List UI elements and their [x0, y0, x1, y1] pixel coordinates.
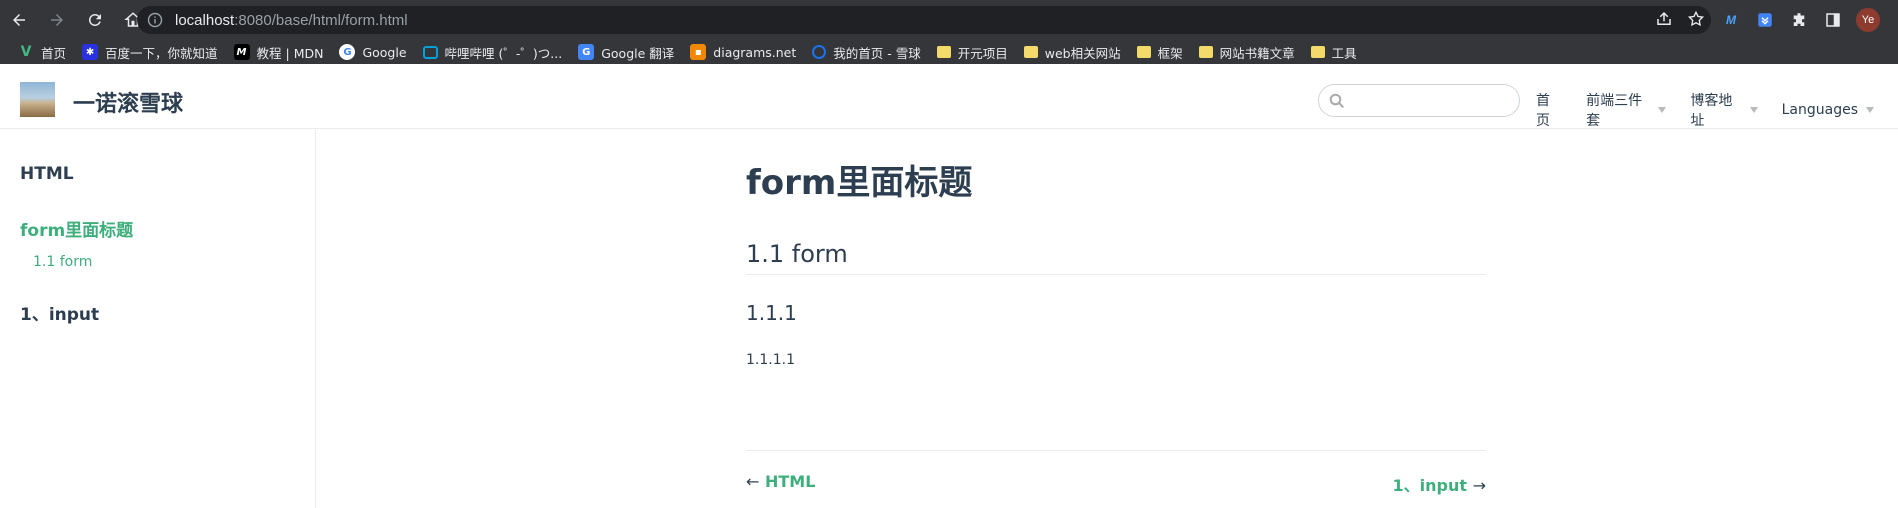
- bookmark-item[interactable]: ✱ 百度一下，你就知道: [74, 40, 226, 64]
- folder-icon: [1198, 46, 1213, 58]
- bookmark-item[interactable]: 网站书籍文章: [1191, 40, 1303, 64]
- bookmark-label: Google 翻译: [601, 45, 675, 61]
- bookmark-item[interactable]: M 教程 | MDN: [226, 40, 332, 64]
- arrow-left-icon: ←: [746, 472, 760, 491]
- extensions-puzzle-icon[interactable]: [1788, 9, 1810, 31]
- site-title[interactable]: 一诺滚雪球: [73, 86, 183, 118]
- sidebar-group-input[interactable]: 1、input: [20, 300, 99, 325]
- profile-avatar[interactable]: Ye: [1856, 8, 1880, 32]
- section-heading: 1.1 form: [746, 240, 848, 268]
- page-nav-divider: [746, 450, 1486, 451]
- site-navbar: 一诺滚雪球 首页 前端三件套 博客地址 Languages: [0, 64, 1898, 129]
- bookmark-item[interactable]: V 首页: [10, 40, 74, 64]
- search-input[interactable]: [1318, 84, 1520, 117]
- browser-toolbar: localhost:8080/base/html/form.html M Ye …: [0, 0, 1898, 40]
- info-icon[interactable]: [147, 12, 163, 28]
- nav-home-label: 首页: [1536, 93, 1550, 129]
- sub-subsection-heading: 1.1.1.1: [746, 352, 795, 368]
- bookmark-star-icon[interactable]: [1687, 10, 1705, 28]
- folder-icon: [1023, 46, 1038, 58]
- sidebar-item-active[interactable]: form里面标题: [20, 216, 133, 241]
- url-path: :8080/base/html/form.html: [234, 11, 408, 29]
- bookmark-item[interactable]: 开元项目: [929, 40, 1016, 64]
- bookmark-label: Google: [362, 44, 407, 60]
- bookmark-label: diagrams.net: [713, 44, 797, 60]
- mdn-icon: M: [233, 44, 250, 60]
- bookmark-label: 首页: [41, 45, 67, 61]
- sidebar-group-html[interactable]: HTML: [20, 164, 74, 184]
- google-icon: G: [339, 44, 356, 60]
- nav-frontend[interactable]: 前端三件套: [1586, 90, 1667, 130]
- sidebar: HTML form里面标题 1.1 form 1、input: [0, 130, 316, 508]
- bookmark-label: 开元项目: [957, 45, 1008, 61]
- bookmark-item[interactable]: 哔哩哔哩 (゜-゜)つ...: [415, 40, 571, 64]
- arrow-right-icon: →: [1472, 476, 1486, 495]
- chevron-down-icon: [1866, 107, 1874, 113]
- bookmark-label: web相关网站: [1044, 45, 1121, 61]
- page-title: form里面标题: [746, 163, 973, 203]
- search-icon: [1329, 93, 1345, 109]
- sidebar-subitem[interactable]: 1.1 form: [33, 254, 92, 270]
- bookmarks-bar: V 首页 ✱ 百度一下，你就知道 M 教程 | MDN G Google 哔哩哔哩 (゜-゜)つ…: [0, 40, 1898, 64]
- side-panel-icon[interactable]: [1822, 9, 1844, 31]
- url-text: localhost:8080/base/html/form.html: [175, 12, 408, 29]
- chevron-down-icon: [1658, 107, 1667, 113]
- arrow-left-icon: [13, 14, 25, 26]
- bookmark-label: 工具: [1331, 45, 1357, 61]
- url-host: localhost: [175, 11, 235, 29]
- address-bar[interactable]: localhost:8080/base/html/form.html: [137, 6, 1711, 34]
- prev-page-link[interactable]: ← HTML: [746, 472, 815, 491]
- bookmark-label: 网站书籍文章: [1219, 45, 1295, 61]
- chevron-down-icon: [1749, 107, 1758, 113]
- bilibili-icon: [422, 45, 438, 59]
- folder-icon: [1136, 46, 1151, 58]
- diagrams-icon: ▪: [690, 44, 707, 60]
- back-button[interactable]: [0, 0, 38, 40]
- site-logo[interactable]: [20, 82, 55, 117]
- reload-icon: [88, 13, 101, 26]
- v-logo-icon: V: [20, 44, 32, 60]
- nav-blog[interactable]: 博客地址: [1690, 90, 1758, 130]
- bookmark-item[interactable]: G Google 翻译: [570, 40, 682, 64]
- extension-download-icon[interactable]: [1754, 9, 1776, 31]
- subsection-heading: 1.1.1: [746, 301, 797, 325]
- nav-home[interactable]: 首页: [1536, 90, 1562, 130]
- next-page-link[interactable]: 1、input →: [1393, 472, 1487, 496]
- section-divider: [746, 274, 1486, 275]
- nav-languages-label: Languages: [1781, 102, 1858, 118]
- bookmark-label: 百度一下，你就知道: [105, 45, 218, 61]
- bookmark-label: 框架: [1157, 45, 1183, 61]
- prev-page-label: HTML: [764, 472, 816, 491]
- forward-button[interactable]: [38, 0, 76, 40]
- extension-m-icon[interactable]: M: [1720, 9, 1742, 31]
- baidu-icon: ✱: [82, 44, 99, 60]
- next-page-label: 1、input: [1392, 476, 1468, 495]
- menu-kebab-icon[interactable]: ⋮: [1892, 9, 1898, 31]
- bookmark-label: 我的首页 - 雪球: [833, 45, 921, 61]
- bookmark-item[interactable]: ▪ diagrams.net: [682, 40, 804, 64]
- folder-icon: [936, 46, 951, 58]
- nav-frontend-label: 前端三件套: [1586, 93, 1643, 129]
- translate-icon: G: [578, 44, 595, 60]
- bookmark-label: 哔哩哔哩 (゜-゜)つ...: [444, 45, 563, 61]
- folder-icon: [1310, 46, 1325, 58]
- bookmark-label: 教程 | MDN: [256, 45, 324, 61]
- bookmark-item[interactable]: 框架: [1129, 40, 1191, 64]
- bookmark-item[interactable]: 我的首页 - 雪球: [804, 40, 928, 64]
- bookmark-item[interactable]: web相关网站: [1016, 40, 1129, 64]
- xueqiu-icon: [812, 45, 827, 59]
- arrow-right-icon: [51, 14, 63, 26]
- bookmark-item[interactable]: 工具: [1303, 40, 1365, 64]
- share-icon[interactable]: [1655, 10, 1673, 28]
- nav-links: 首页 前端三件套 博客地址 Languages: [1536, 90, 1898, 130]
- extensions-area: M Ye ⋮: [1720, 8, 1898, 32]
- nav-blog-label: 博客地址: [1690, 93, 1733, 129]
- nav-languages[interactable]: Languages: [1782, 102, 1874, 118]
- reload-button[interactable]: [76, 0, 114, 40]
- bookmark-item[interactable]: G Google: [331, 40, 414, 64]
